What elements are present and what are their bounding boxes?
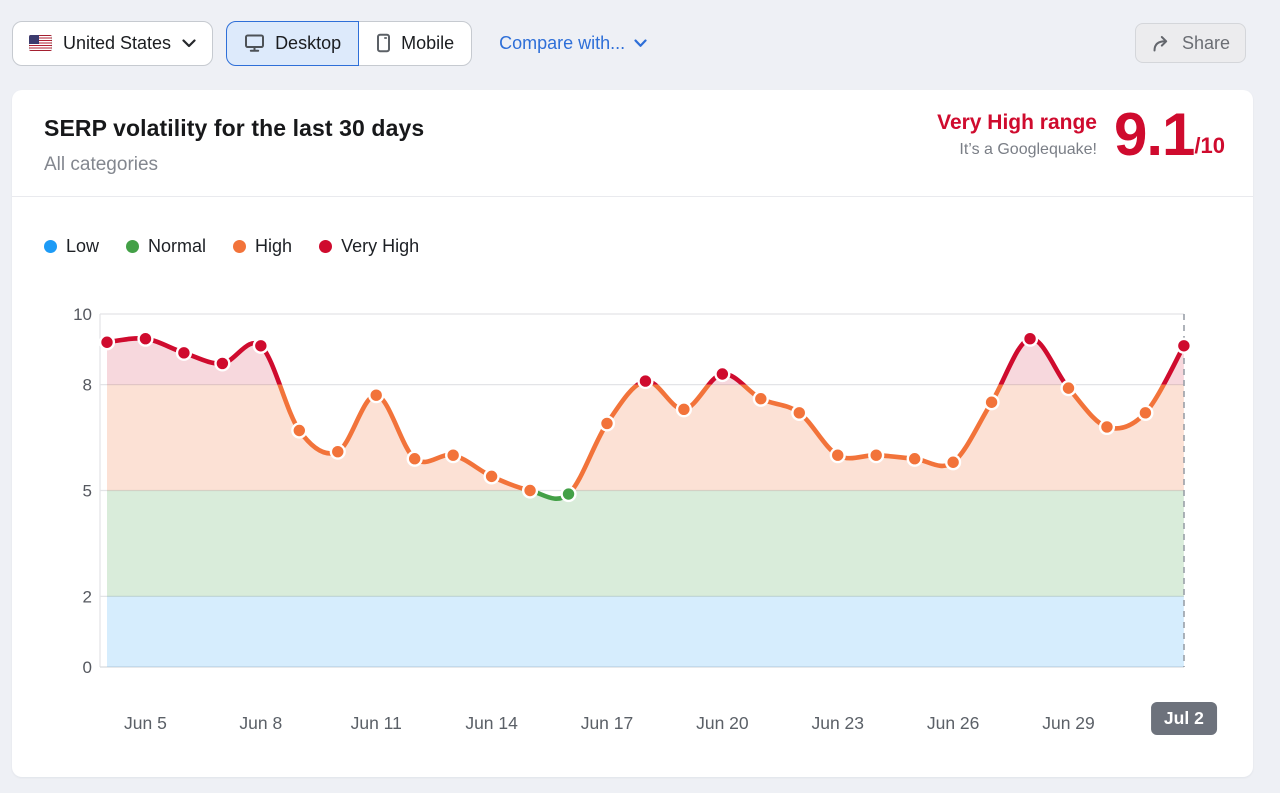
y-tick-label: 8: [83, 376, 92, 395]
data-point-marker[interactable]: [675, 401, 693, 418]
data-point-marker[interactable]: [406, 450, 423, 467]
y-tick-label: 10: [73, 305, 92, 324]
x-tick-label: Jun 20: [696, 713, 749, 733]
legend-item-very-high[interactable]: Very High: [319, 236, 419, 257]
x-tick-label: Jun 8: [239, 713, 283, 733]
zone-band: [107, 596, 1184, 667]
chevron-down-icon: [182, 38, 196, 47]
legend-label-normal: Normal: [148, 236, 207, 256]
data-point-marker[interactable]: [521, 482, 539, 499]
y-tick-label: 0: [83, 658, 92, 677]
data-point-marker[interactable]: [829, 447, 846, 464]
chevron-down-icon: [634, 38, 647, 47]
desktop-tab-label: Desktop: [275, 32, 342, 53]
monitor-icon: [245, 34, 265, 52]
data-point-marker[interactable]: [983, 394, 1000, 411]
score-denominator: /10: [1194, 133, 1225, 159]
device-toggle: Desktop Mobile: [226, 20, 473, 66]
data-point-marker[interactable]: [214, 355, 231, 372]
smartphone-icon: [377, 33, 391, 53]
compare-with-dropdown[interactable]: Compare with...: [499, 33, 647, 54]
x-tick-label: Jun 23: [811, 713, 865, 733]
share-button[interactable]: Share: [1134, 23, 1246, 63]
legend-label-very-high: Very High: [341, 236, 420, 256]
data-point-marker[interactable]: [1175, 337, 1192, 354]
data-point-marker[interactable]: [445, 447, 462, 464]
data-point-marker[interactable]: [791, 404, 808, 421]
legend-dot-very-high: [319, 240, 333, 253]
desktop-tab[interactable]: Desktop: [226, 20, 360, 66]
legend-dot-low: [44, 240, 57, 253]
us-flag-icon: [29, 35, 52, 51]
share-arrow-icon: [1153, 35, 1168, 51]
legend-dot-normal: [126, 240, 140, 253]
data-point-marker[interactable]: [368, 387, 385, 404]
top-toolbar: United States Desktop Mobile Compare wit…: [0, 0, 1280, 66]
country-label: United States: [63, 32, 172, 53]
legend-label-low: Low: [66, 236, 100, 256]
compare-with-label: Compare with...: [499, 32, 626, 53]
data-point-marker[interactable]: [752, 390, 769, 407]
legend-dot-high: [233, 240, 247, 253]
data-point-marker[interactable]: [906, 450, 923, 467]
mobile-tab[interactable]: Mobile: [358, 20, 473, 66]
zone-band: [107, 384, 1184, 491]
volatility-chart[interactable]: 0 2 5 8 10 Jun 5 Jun 8 Jun 11 Jun 14 Jun 17 Jun 2…: [12, 296, 1253, 756]
data-point-marker[interactable]: [637, 372, 654, 390]
serp-volatility-card: SERP volatility for the last 30 days All…: [12, 90, 1253, 777]
legend-label-high: High: [255, 236, 293, 256]
country-selector[interactable]: United States: [12, 20, 214, 66]
data-point-marker[interactable]: [291, 422, 308, 439]
volatility-score: Very High range It’s a Googlequake! 9.1 …: [937, 101, 1225, 168]
legend-item-high[interactable]: High: [233, 236, 292, 257]
share-label: Share: [1181, 32, 1230, 53]
data-point-marker[interactable]: [1021, 330, 1039, 347]
legend-item-normal[interactable]: Normal: [126, 236, 206, 257]
data-point-marker[interactable]: [560, 485, 577, 503]
data-point-marker[interactable]: [945, 454, 962, 471]
data-point-marker[interactable]: [483, 468, 500, 485]
x-tick-label: Jun 14: [465, 713, 518, 733]
x-tick-label: Jun 26: [926, 713, 980, 733]
data-point-marker[interactable]: [329, 443, 346, 460]
data-point-marker[interactable]: [1060, 380, 1077, 397]
x-tick-label: Jun 5: [124, 713, 167, 733]
x-tick-label: Jun 29: [1042, 713, 1095, 733]
zone-band: [107, 490, 1184, 597]
legend-item-low[interactable]: Low: [44, 236, 99, 257]
x-tick-label: Jun 11: [350, 713, 402, 733]
data-point-marker[interactable]: [98, 334, 116, 351]
y-tick-label: 5: [83, 482, 92, 501]
data-point-marker[interactable]: [1137, 404, 1154, 421]
data-point-marker[interactable]: [252, 337, 269, 354]
data-point-marker[interactable]: [598, 415, 616, 432]
chart-legend: Low Normal High Very High: [44, 236, 419, 257]
mobile-tab-label: Mobile: [401, 32, 455, 53]
score-range-label: Very High range: [937, 110, 1097, 134]
data-point-marker[interactable]: [868, 447, 885, 464]
score-value: 9.1: [1113, 101, 1195, 168]
x-tick-label: Jun 17: [580, 713, 634, 733]
data-point-marker[interactable]: [714, 365, 731, 383]
data-point-marker[interactable]: [137, 330, 154, 347]
card-header: SERP volatility for the last 30 days All…: [12, 90, 1253, 197]
score-caption: It’s a Googlequake!: [959, 140, 1097, 158]
x-tick-current-day: Jul 2: [1150, 702, 1217, 735]
data-point-marker[interactable]: [175, 344, 193, 361]
chart-canvas[interactable]: 0 2 5 8 10: [12, 296, 1253, 756]
y-tick-label: 2: [83, 587, 92, 606]
data-point-marker[interactable]: [1098, 418, 1116, 436]
